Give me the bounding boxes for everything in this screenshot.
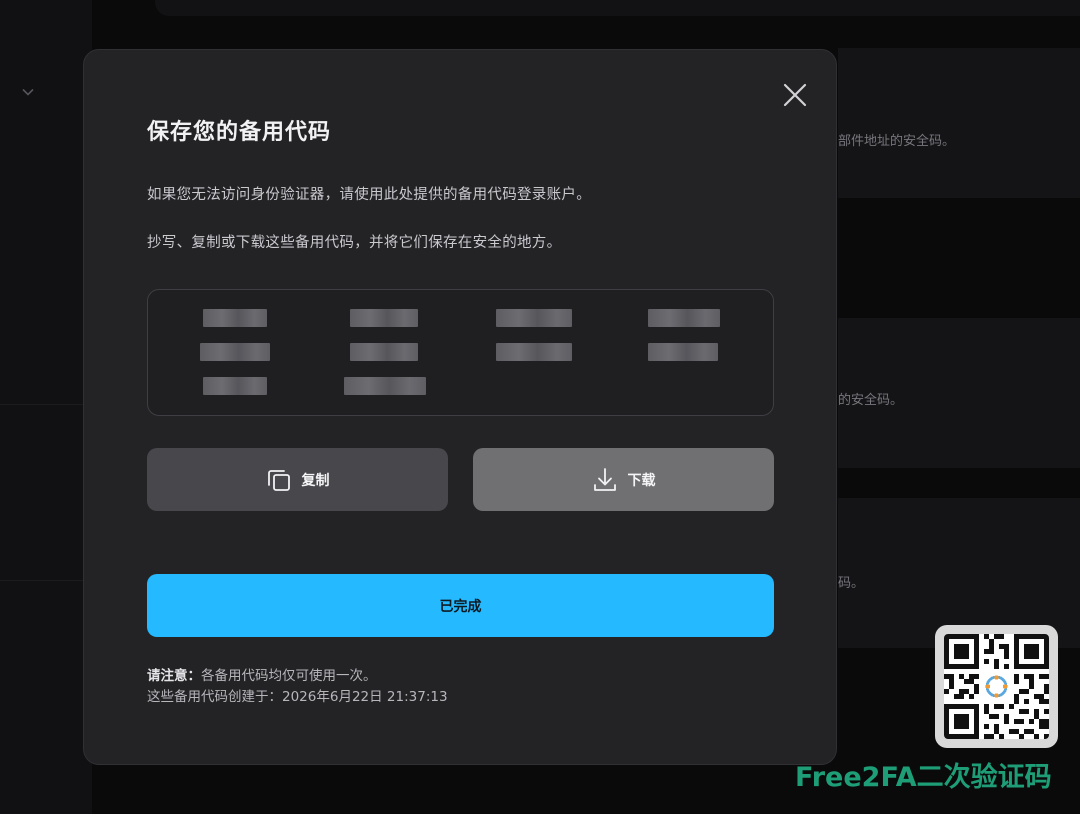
background-sidebar [0,0,92,814]
close-button[interactable] [780,80,810,110]
backup-code-redacted [203,309,267,327]
sidebar-divider [0,404,92,405]
sidebar-divider [0,580,92,581]
backup-code-redacted [350,309,418,327]
dialog-description: 如果您无法访问身份验证器，请使用此处提供的备用代码登录账户。 [147,187,591,203]
download-icon [593,467,616,491]
qr-code-image [935,625,1058,748]
backup-code-redacted [648,309,720,327]
dialog-title: 保存您的备用代码 [147,120,332,145]
close-icon [783,83,807,107]
backup-code-redacted [648,343,718,361]
qr-code-pattern [944,634,1049,739]
chevron-down-icon [20,84,36,104]
background-hint: 部件地址的安全码。 [838,134,956,149]
qr-code-icon [944,634,1049,739]
created-timestamp: 这些备用代码创建于：2026年6月22日 21:37:13 [147,689,448,705]
done-button-label: 已完成 [439,598,482,615]
background-hint: 码。 [838,576,865,591]
backup-codes-dialog: 保存您的备用代码 如果您无法访问身份验证器，请使用此处提供的备用代码登录账户。 … [83,49,837,765]
backup-codes-list [147,289,774,416]
dialog-instruction: 抄写、复制或下载这些备用代码，并将它们保存在安全的地方。 [147,235,562,251]
copy-button[interactable]: 复制 [147,448,448,511]
backup-code-redacted [200,343,270,361]
usage-note: 请注意：各备用代码均仅可使用一次。 [147,664,377,684]
download-button[interactable]: 下载 [473,448,774,511]
copy-icon [267,469,290,491]
download-button-label: 下载 [627,472,656,489]
backup-code-redacted [496,343,572,361]
background-card [838,48,1080,198]
usage-note-text: 各备用代码均仅可使用一次。 [201,668,377,684]
usage-note-label: 请注意： [147,668,201,684]
watermark-text: Free2FA二次验证码 [795,762,1052,793]
backup-code-redacted [203,377,267,395]
done-button[interactable]: 已完成 [147,574,774,637]
backup-code-redacted [496,309,572,327]
copy-button-label: 复制 [301,472,330,489]
background-topbar [155,0,1080,16]
backup-code-redacted [344,377,426,395]
background-hint: 的安全码。 [838,393,904,408]
screen: 部件地址的安全码。 的安全码。 码。 保存您的备用代码 如果您无法访问身份验证器… [0,0,1080,814]
backup-code-redacted [350,343,418,361]
